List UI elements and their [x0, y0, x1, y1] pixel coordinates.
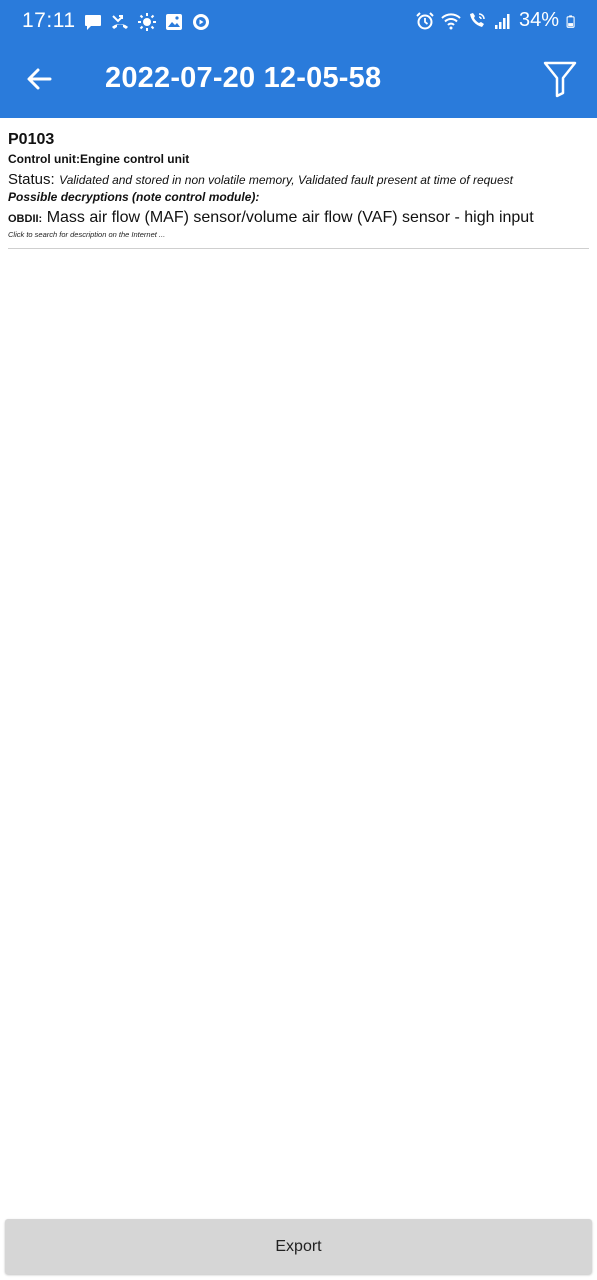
filter-button[interactable] [535, 54, 585, 104]
bottom-bar: Export [0, 1216, 597, 1280]
notification-icons [83, 12, 211, 32]
alarm-icon [416, 11, 434, 29]
status-time: 17:11 [22, 9, 76, 32]
obd-label: OBDII: [8, 213, 43, 225]
screen: 17:11 34% 2022-07-20 12-05-58 P0103 Cont… [0, 0, 597, 1280]
back-button[interactable] [14, 54, 64, 104]
brightness-icon [138, 13, 156, 31]
wifi-calling-icon [469, 12, 485, 27]
message-icon [85, 15, 101, 30]
media-icon [193, 14, 209, 30]
fault-list: P0103 Control unit:Engine control unit S… [0, 118, 597, 249]
missed-call-icon [112, 15, 128, 29]
battery-percent: 34% [518, 9, 559, 31]
decryptions-heading: Possible decryptions (note control modul… [8, 190, 260, 204]
battery-icon [566, 14, 575, 28]
signal-icon [494, 13, 510, 29]
status-bar: 17:11 34% [0, 0, 597, 44]
fault-item[interactable]: P0103 Control unit:Engine control unit S… [8, 118, 589, 249]
internet-search-link[interactable]: Click to search for description on the I… [8, 230, 589, 240]
wifi-icon [441, 12, 461, 29]
export-button[interactable]: Export [5, 1219, 592, 1274]
obd-description: Mass air flow (MAF) sensor/volume air fl… [46, 209, 534, 226]
obd-decryption: OBDII: Mass air flow (MAF) sensor/volume… [8, 207, 589, 230]
toolbar: 2022-07-20 12-05-58 [0, 44, 597, 118]
fault-code: P0103 [8, 131, 55, 148]
app-bar: 17:11 34% 2022-07-20 12-05-58 [0, 0, 597, 118]
page-title: 2022-07-20 12-05-58 [105, 62, 382, 94]
fault-status: Status: Validated and stored in non vola… [8, 170, 589, 190]
arrow-left-icon [27, 68, 52, 90]
filter-icon [543, 61, 577, 98]
system-icons: 34% [415, 9, 579, 32]
image-icon [166, 14, 182, 30]
status-value: Validated and stored in non volatile mem… [59, 173, 513, 187]
control-unit: Control unit:Engine control unit [8, 152, 190, 166]
status-label: Status: [8, 171, 55, 188]
